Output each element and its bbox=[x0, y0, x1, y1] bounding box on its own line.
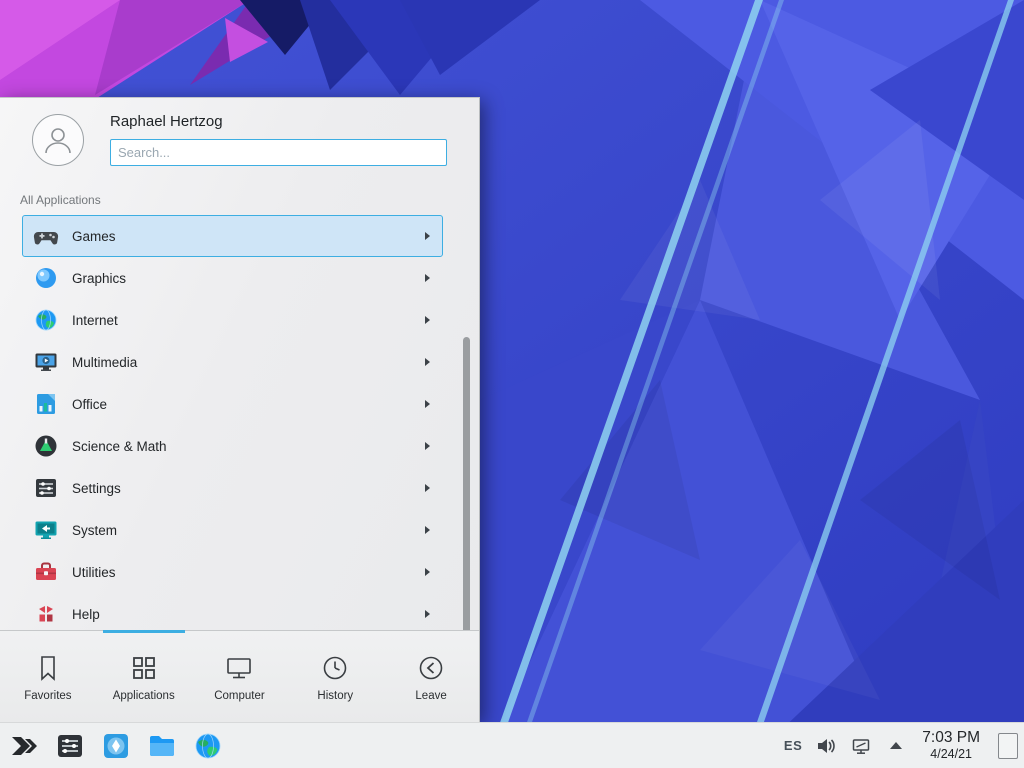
clock-icon bbox=[319, 652, 351, 684]
utilities-icon bbox=[32, 559, 59, 586]
submenu-arrow-icon bbox=[425, 610, 430, 618]
category-label: Science & Math bbox=[72, 439, 412, 454]
launcher-tab-bar: Favorites Applications Comp bbox=[0, 630, 479, 722]
application-category-list: Games Graphics bbox=[0, 211, 479, 630]
submenu-arrow-icon bbox=[425, 232, 430, 240]
globe-icon bbox=[32, 307, 59, 334]
category-label: Help bbox=[72, 607, 412, 622]
science-icon bbox=[32, 433, 59, 460]
multimedia-icon bbox=[32, 349, 59, 376]
show-desktop-button[interactable] bbox=[998, 733, 1018, 759]
gamepad-icon bbox=[32, 223, 59, 250]
web-browser-icon[interactable] bbox=[192, 730, 224, 762]
network-icon[interactable] bbox=[850, 735, 872, 757]
volume-icon[interactable] bbox=[815, 735, 837, 757]
keyboard-layout-indicator[interactable]: ES bbox=[784, 738, 802, 753]
category-row-multimedia[interactable]: Multimedia bbox=[22, 341, 443, 383]
category-row-utilities[interactable]: Utilities bbox=[22, 551, 443, 593]
category-label: Graphics bbox=[72, 271, 412, 286]
system-icon bbox=[32, 517, 59, 544]
category-row-games[interactable]: Games bbox=[22, 215, 443, 257]
launcher-header: Raphael Hertzog bbox=[0, 98, 479, 178]
tab-history[interactable]: History bbox=[287, 631, 383, 722]
submenu-arrow-icon bbox=[425, 526, 430, 534]
submenu-arrow-icon bbox=[425, 316, 430, 324]
category-label: Internet bbox=[72, 313, 412, 328]
tab-computer[interactable]: Computer bbox=[192, 631, 288, 722]
user-icon bbox=[41, 123, 75, 157]
submenu-arrow-icon bbox=[425, 442, 430, 450]
category-label: Utilities bbox=[72, 565, 412, 580]
leave-icon bbox=[415, 652, 447, 684]
tab-favorites[interactable]: Favorites bbox=[0, 631, 96, 722]
category-label: System bbox=[72, 523, 412, 538]
category-label: Settings bbox=[72, 481, 412, 496]
category-label: Multimedia bbox=[72, 355, 412, 370]
category-row-system[interactable]: System bbox=[22, 509, 443, 551]
taskbar-panel: ES 7:03 PM 4/24/21 bbox=[0, 722, 1024, 768]
help-icon bbox=[32, 601, 59, 628]
tab-label: Leave bbox=[415, 690, 446, 702]
office-icon bbox=[32, 391, 59, 418]
user-name: Raphael Hertzog bbox=[110, 113, 447, 130]
settings-icon bbox=[32, 475, 59, 502]
category-row-internet[interactable]: Internet bbox=[22, 299, 443, 341]
kde-launcher-icon[interactable] bbox=[8, 730, 40, 762]
clock-widget[interactable]: 7:03 PM 4/24/21 bbox=[920, 729, 982, 761]
terminal-settings-icon[interactable] bbox=[54, 730, 86, 762]
category-row-help[interactable]: Help bbox=[22, 593, 443, 630]
clock-date: 4/24/21 bbox=[922, 747, 980, 761]
tab-label: Computer bbox=[214, 690, 265, 702]
file-manager-icon[interactable] bbox=[146, 730, 178, 762]
category-label: Games bbox=[72, 229, 412, 244]
submenu-arrow-icon bbox=[425, 400, 430, 408]
category-row-science[interactable]: Science & Math bbox=[22, 425, 443, 467]
discover-icon[interactable] bbox=[100, 730, 132, 762]
list-scrollbar[interactable] bbox=[463, 337, 470, 630]
category-row-graphics[interactable]: Graphics bbox=[22, 257, 443, 299]
search-input[interactable] bbox=[110, 139, 447, 166]
application-launcher-popup: Raphael Hertzog All Applications Games bbox=[0, 97, 480, 722]
graphics-icon bbox=[32, 265, 59, 292]
category-row-settings[interactable]: Settings bbox=[22, 467, 443, 509]
tab-label: Favorites bbox=[24, 690, 71, 702]
category-row-office[interactable]: Office bbox=[22, 383, 443, 425]
submenu-arrow-icon bbox=[425, 274, 430, 282]
grid-icon bbox=[128, 652, 160, 684]
submenu-arrow-icon bbox=[425, 484, 430, 492]
monitor-icon bbox=[223, 652, 255, 684]
section-label: All Applications bbox=[0, 178, 479, 211]
tab-label: Applications bbox=[113, 690, 175, 702]
submenu-arrow-icon bbox=[425, 568, 430, 576]
user-avatar[interactable] bbox=[32, 114, 84, 166]
category-label: Office bbox=[72, 397, 412, 412]
expand-tray-icon[interactable] bbox=[885, 735, 907, 757]
tab-leave[interactable]: Leave bbox=[383, 631, 479, 722]
bookmark-icon bbox=[32, 652, 64, 684]
submenu-arrow-icon bbox=[425, 358, 430, 366]
tab-applications[interactable]: Applications bbox=[96, 631, 192, 722]
tab-label: History bbox=[317, 690, 353, 702]
clock-time: 7:03 PM bbox=[922, 729, 980, 747]
